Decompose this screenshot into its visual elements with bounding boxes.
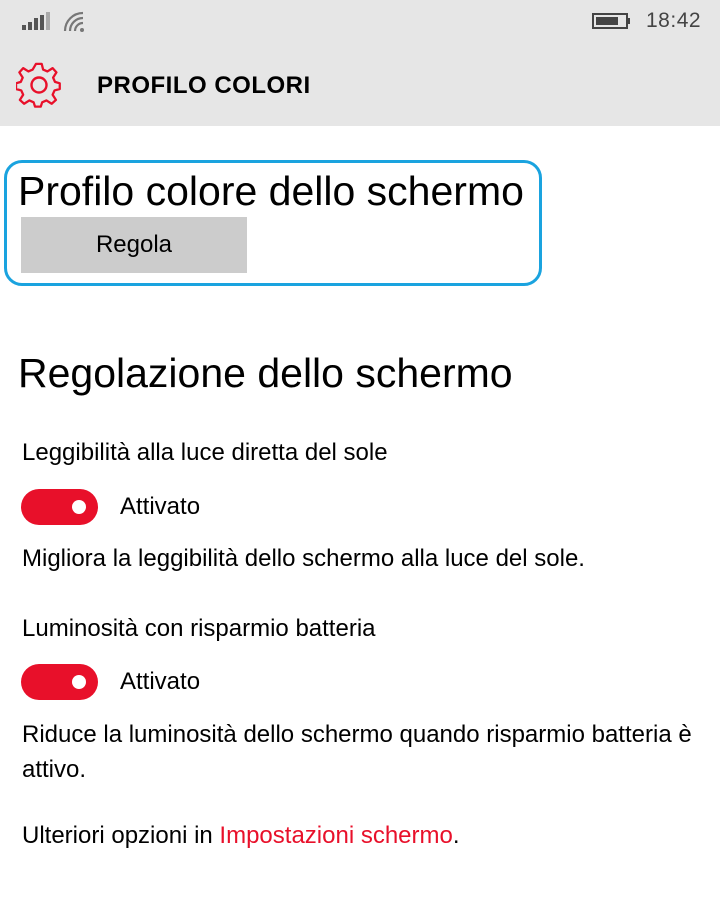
- status-time: 18:42: [646, 9, 702, 32]
- sunlight-readability-description: Migliora la leggibilità dello schermo al…: [22, 545, 585, 572]
- sunlight-readability-state: Attivato: [120, 493, 201, 520]
- sunlight-readability-toggle[interactable]: [21, 489, 98, 525]
- more-options-prefix: Ulteriori opzioni in: [22, 822, 220, 849]
- display-adjustment-heading: Regolazione dello schermo: [18, 350, 513, 396]
- more-options-suffix: .: [452, 822, 460, 849]
- battery-saver-brightness-state: Attivato: [120, 668, 201, 695]
- battery-icon: [592, 13, 630, 29]
- wifi-icon: [63, 11, 84, 32]
- toggle-knob: [72, 500, 86, 514]
- more-options-text: Ulteriori opzioni in Impostazioni scherm…: [22, 822, 460, 850]
- sunlight-readability-label: Leggibilità alla luce diretta del sole: [22, 439, 388, 466]
- display-settings-link[interactable]: Impostazioni schermo: [219, 822, 452, 849]
- page-header: PROFILO COLORI: [0, 44, 720, 126]
- toggle-knob: [72, 675, 86, 689]
- color-profile-heading: Profilo colore dello schermo: [18, 168, 524, 214]
- battery-saver-brightness-label: Luminosità con risparmio batteria: [22, 615, 376, 642]
- status-bar: 18:42: [0, 0, 720, 44]
- battery-saver-brightness-toggle[interactable]: [21, 664, 98, 700]
- battery-saver-brightness-description: Riduce la luminosità dello schermo quand…: [22, 721, 692, 783]
- signal-strength-icon: [22, 12, 50, 30]
- adjust-button[interactable]: Regola: [21, 217, 247, 273]
- page-title: PROFILO COLORI: [97, 72, 311, 99]
- gear-icon: [16, 62, 61, 108]
